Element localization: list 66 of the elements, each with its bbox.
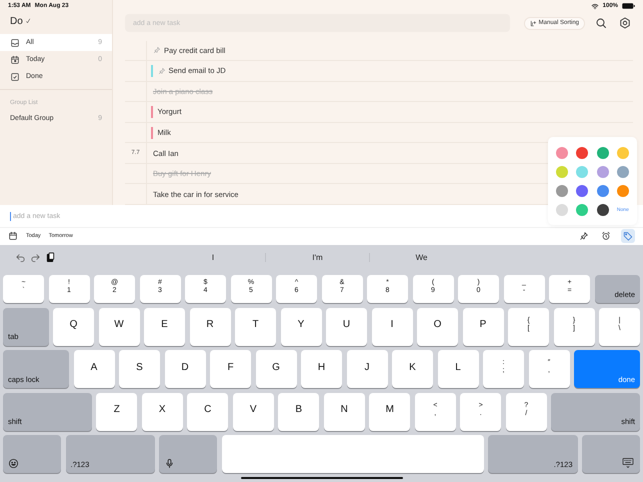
key[interactable]: D: [164, 350, 206, 388]
suggestion[interactable]: We: [369, 253, 473, 262]
clipboard-icon: [45, 252, 56, 263]
key[interactable]: F: [210, 350, 251, 388]
key[interactable]: C: [187, 392, 228, 430]
key[interactable]: L: [438, 350, 478, 388]
key[interactable]: M: [369, 392, 410, 430]
key[interactable]: B: [278, 392, 320, 430]
suggestion[interactable]: I'm: [265, 253, 369, 262]
key[interactable]: I: [372, 308, 412, 346]
settings-icon: [619, 17, 631, 30]
key[interactable]: E: [144, 308, 185, 346]
check-icon: [24, 18, 31, 24]
color-swatch[interactable]: [576, 204, 588, 216]
color-swatch[interactable]: [576, 166, 588, 178]
color-swatch[interactable]: [596, 146, 609, 158]
color-swatch[interactable]: [556, 204, 568, 216]
key[interactable]: Y: [280, 308, 322, 346]
sort-icon: [530, 20, 537, 27]
key[interactable]: P: [462, 308, 504, 346]
key[interactable]: Z: [96, 392, 138, 430]
smiley-icon: [8, 458, 19, 469]
alarm-clock-icon: [601, 231, 611, 242]
key[interactable]: J: [346, 350, 388, 388]
key[interactable]: N: [324, 392, 365, 430]
pin-icon: [579, 231, 589, 242]
key[interactable]: Q: [53, 308, 94, 346]
key[interactable]: S: [119, 350, 160, 388]
wifi-icon: [590, 2, 599, 10]
tag-icon: [623, 231, 633, 242]
color-swatch[interactable]: [556, 166, 568, 178]
inbox-icon: [10, 38, 20, 48]
battery-icon: [622, 3, 635, 9]
key[interactable]: K: [392, 350, 433, 388]
key[interactable]: T: [235, 308, 276, 346]
key[interactable]: W: [98, 308, 140, 346]
microphone-icon: [164, 458, 176, 469]
color-swatch[interactable]: [596, 166, 609, 178]
color-swatch[interactable]: [556, 146, 568, 158]
color-swatch[interactable]: [576, 146, 588, 158]
key[interactable]: A: [74, 350, 114, 388]
calendar-icon: [8, 231, 18, 242]
color-swatch[interactable]: [616, 166, 629, 178]
hide-keyboard-key[interactable]: [582, 435, 640, 473]
app-title: Do: [10, 16, 23, 26]
calendar-icon: [10, 54, 20, 64]
key[interactable]: O: [417, 308, 458, 346]
color-swatch[interactable]: [596, 184, 609, 196]
color-swatch[interactable]: [556, 184, 568, 196]
key[interactable]: H: [301, 350, 342, 388]
tag-button[interactable]: [621, 229, 635, 244]
key[interactable]: U: [326, 308, 367, 346]
redo-icon: [30, 252, 41, 263]
key[interactable]: R: [190, 308, 230, 346]
key[interactable]: X: [142, 392, 183, 430]
checkbox-icon: [10, 72, 20, 82]
keyboard-hide-icon: [621, 457, 635, 469]
color-swatch[interactable]: [616, 184, 629, 196]
color-swatch[interactable]: [596, 204, 609, 216]
suggestion[interactable]: I: [161, 253, 265, 262]
key[interactable]: V: [232, 392, 274, 430]
color-swatch[interactable]: [616, 146, 629, 158]
undo-icon: [15, 252, 26, 263]
key[interactable]: G: [256, 350, 296, 388]
search-icon: [595, 17, 607, 30]
color-swatch[interactable]: [576, 184, 588, 196]
